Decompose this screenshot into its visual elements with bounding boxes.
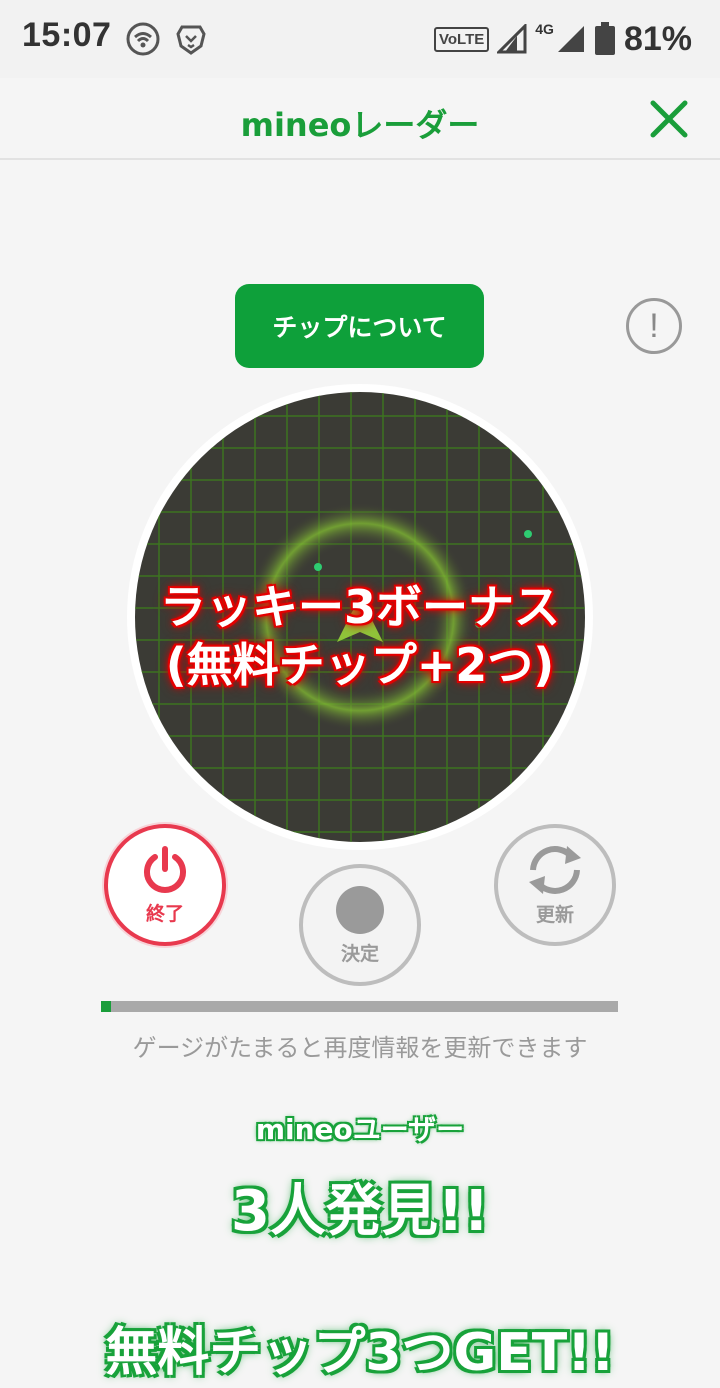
refresh-icon <box>529 845 581 894</box>
end-button[interactable]: 終了 <box>104 824 226 946</box>
record-dot-icon <box>336 885 384 934</box>
gauge-fill <box>101 1001 112 1012</box>
status-time: 15:07 <box>22 16 112 54</box>
status-bar: 15:07 VoLTE 4G 81% <box>0 0 720 78</box>
info-icon[interactable]: ! <box>626 298 682 354</box>
power-icon <box>144 845 186 893</box>
brave-lion-icon <box>176 25 206 55</box>
network-type: 4G <box>535 21 554 37</box>
decide-button-label: 決定 <box>340 942 379 965</box>
signal-icon <box>497 24 527 54</box>
about-chip-button[interactable]: チップについて <box>235 284 484 368</box>
page-title: mineoレーダー <box>240 106 480 144</box>
result-label: mineoユーザー <box>255 1113 465 1146</box>
app-header: mineoレーダー <box>0 78 720 160</box>
bonus-banner: ラッキー3ボーナス (無料チップ+2つ) <box>0 578 720 694</box>
gauge-hint: ゲージがたまると再度情報を更新できます <box>132 1034 588 1062</box>
bonus-line-1: ラッキー3ボーナス <box>159 580 560 634</box>
end-button-label: 終了 <box>145 902 184 925</box>
close-icon[interactable] <box>648 98 690 140</box>
bonus-line-2: (無料チップ+2つ) <box>165 638 555 692</box>
user-dot <box>524 530 532 538</box>
update-button[interactable]: 更新 <box>494 824 616 946</box>
user-dot <box>314 563 322 571</box>
users-found-count: 3人発見!! <box>230 1179 490 1244</box>
hotspot-icon <box>126 22 160 56</box>
battery-icon <box>594 22 615 55</box>
refresh-gauge <box>101 1001 618 1012</box>
update-button-label: 更新 <box>535 903 574 926</box>
decide-button[interactable]: 決定 <box>299 864 421 986</box>
signal-4g-icon <box>557 26 584 52</box>
free-chips-message: 無料チップ3つGET!! <box>105 1323 615 1383</box>
battery-percent: 81% <box>623 19 692 58</box>
volte-badge: VoLTE <box>433 26 490 52</box>
